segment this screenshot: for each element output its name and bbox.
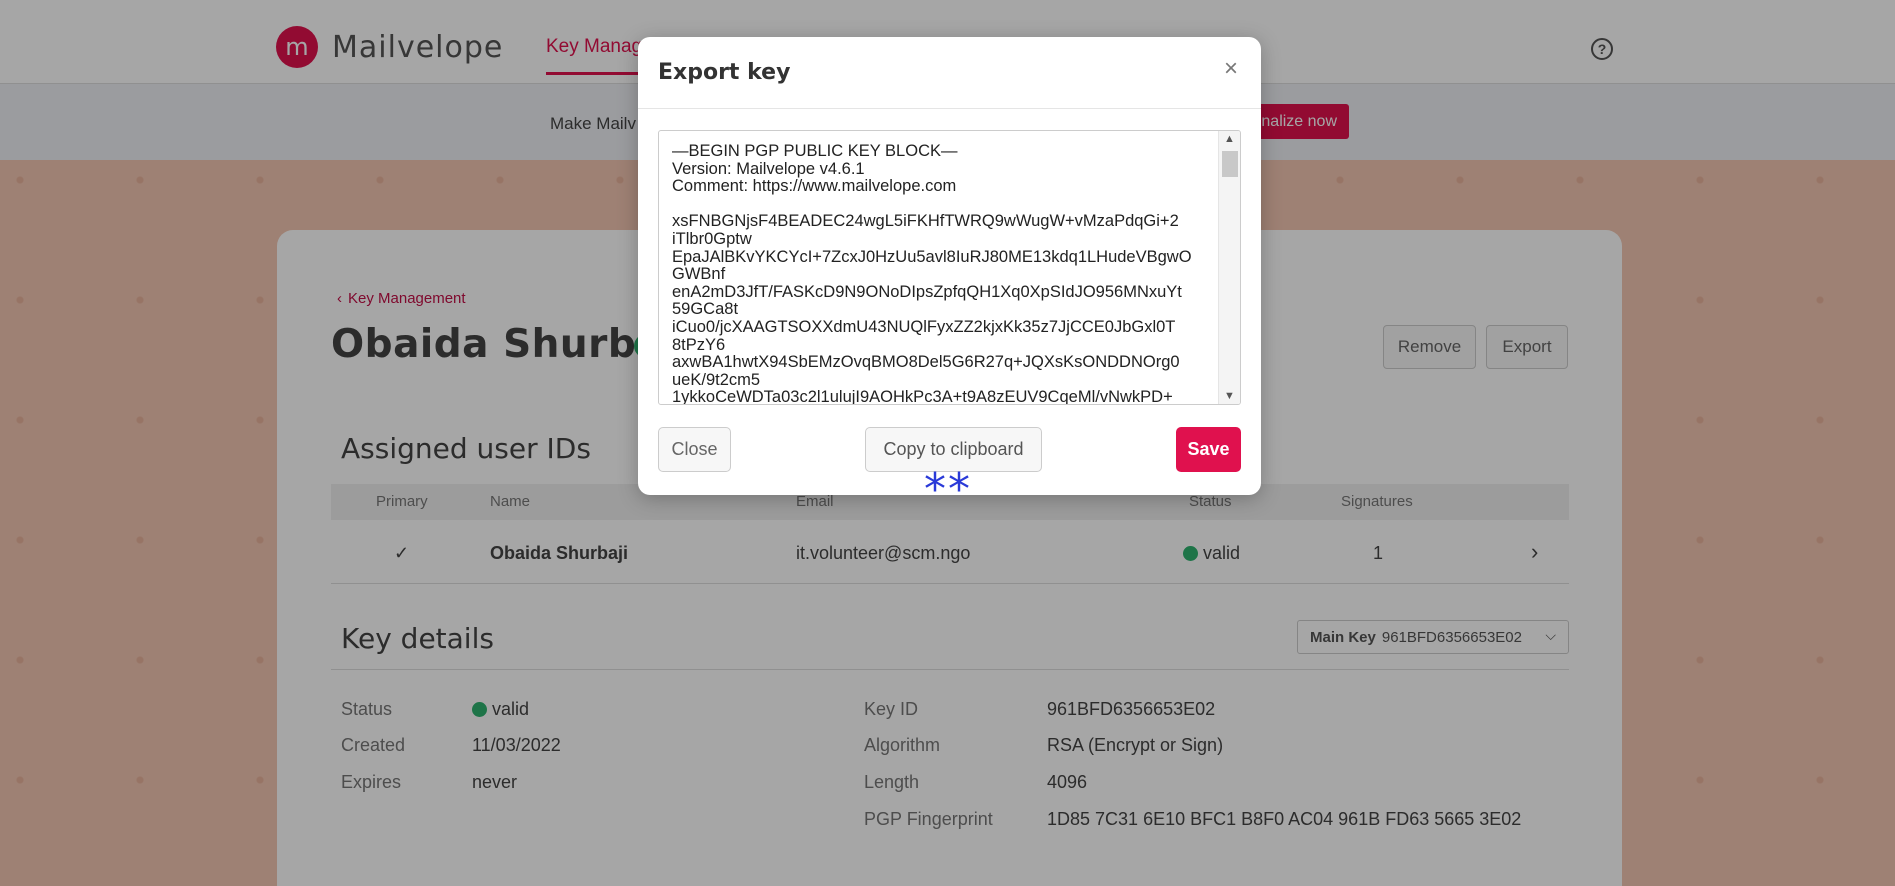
save-button[interactable]: Save [1176, 427, 1241, 472]
close-button[interactable]: Close [658, 427, 731, 472]
scroll-thumb[interactable] [1222, 151, 1238, 177]
close-icon[interactable]: × [1224, 55, 1238, 83]
key-textarea[interactable]: —BEGIN PGP PUBLIC KEY BLOCK— Version: Ma… [658, 130, 1241, 405]
modal-title: Export key [658, 60, 791, 85]
scroll-up-icon[interactable]: ▲ [1224, 133, 1235, 145]
export-key-dialog: Export key × —BEGIN PGP PUBLIC KEY BLOCK… [638, 37, 1261, 495]
copy-feedback-mark: ** [924, 464, 972, 515]
scroll-down-icon[interactable]: ▼ [1224, 390, 1235, 402]
textarea-scrollbar[interactable]: ▲ ▼ [1218, 131, 1240, 404]
modal-header: Export key × [638, 37, 1261, 109]
armored-key-text[interactable]: —BEGIN PGP PUBLIC KEY BLOCK— Version: Ma… [672, 142, 1212, 404]
